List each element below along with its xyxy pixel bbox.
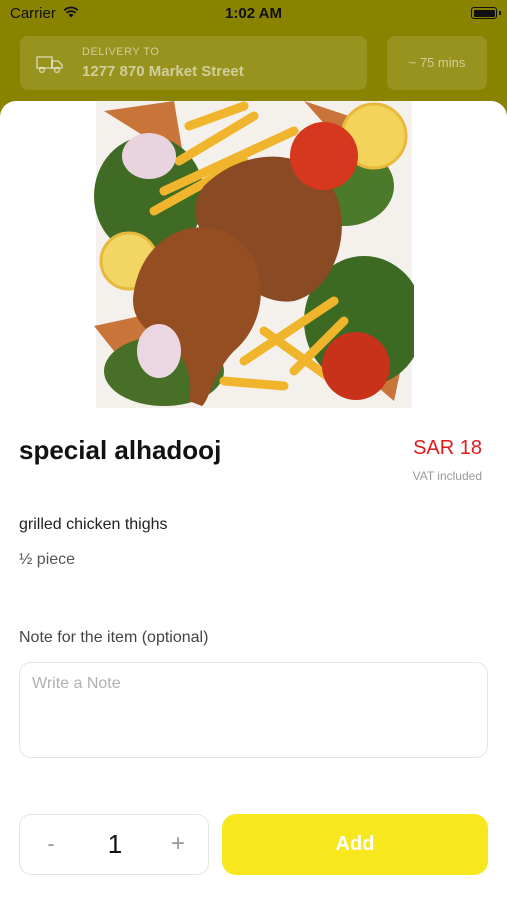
vat-note: VAT included (412, 469, 482, 483)
battery-icon (471, 7, 497, 19)
quantity-value: 1 (107, 829, 123, 859)
item-detail-sheet: special alhadooj SAR 18 VAT included gri… (0, 101, 507, 900)
quantity-stepper: - 1 + (19, 814, 209, 875)
item-portion: ½ piece (19, 551, 76, 568)
add-to-cart-button[interactable]: Add (222, 814, 488, 875)
delivery-address-selector[interactable]: DELIVERY TO 1277 870 Market Street (20, 36, 367, 90)
delivery-header: DELIVERY TO 1277 870 Market Street ~ 75 … (0, 28, 507, 115)
eta-badge: ~ 75 mins (387, 36, 487, 90)
increase-quantity-button[interactable]: + (164, 831, 192, 859)
item-price: SAR 18 (413, 437, 482, 459)
decrease-quantity-button[interactable]: - (38, 831, 64, 859)
note-input[interactable] (32, 675, 472, 745)
item-description: grilled chicken thighs (19, 516, 168, 533)
note-field-container (19, 662, 488, 758)
clock: 1:02 AM (225, 5, 282, 22)
food-photo (94, 101, 414, 408)
battery-tip (499, 11, 501, 15)
delivery-truck-icon (36, 56, 63, 74)
delivery-to-label: DELIVERY TO (82, 46, 160, 58)
item-name: special alhadooj (19, 435, 222, 465)
delivery-address: 1277 870 Market Street (82, 63, 244, 80)
status-bar: Carrier 1:02 AM (0, 0, 507, 28)
note-label: Note for the item (optional) (19, 629, 209, 646)
